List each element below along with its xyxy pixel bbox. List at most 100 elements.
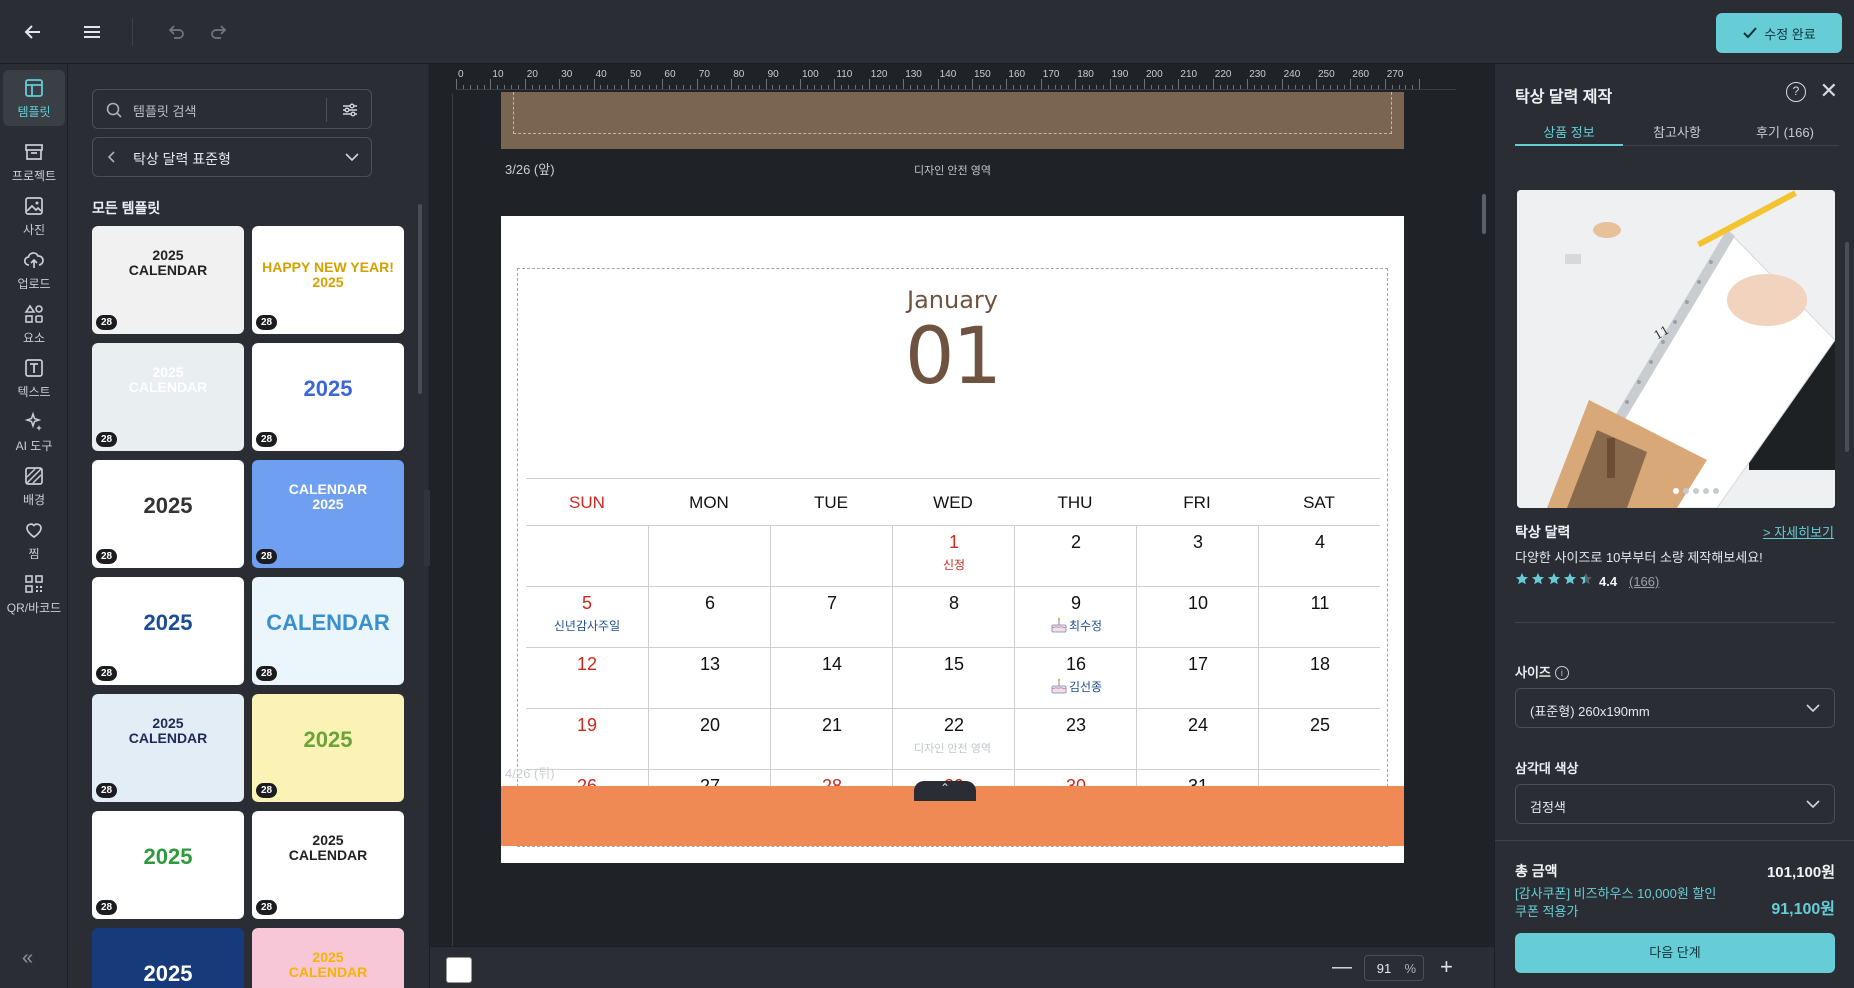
calendar-day-cell[interactable]: 3 (1136, 526, 1258, 587)
template-category-select[interactable]: 탁상 달력 표준형 (92, 137, 372, 177)
canvas-scrollbar[interactable] (1482, 194, 1486, 234)
ruler-tick (689, 85, 691, 89)
collapse-up-button[interactable]: ⌃ (914, 781, 976, 801)
more-details-link[interactable]: > 자세히보기 (1763, 522, 1834, 541)
rail-item-photo[interactable]: 사진 (3, 188, 65, 244)
template-card[interactable]: 2025 CALENDAR28 (92, 694, 244, 802)
panel-scrollbar[interactable] (418, 204, 422, 394)
ruler-tick (1171, 85, 1173, 89)
rail-item-background[interactable]: 배경 (3, 458, 65, 514)
redo-icon[interactable] (204, 17, 234, 47)
zoom-out-button[interactable]: — (1332, 956, 1352, 979)
edit-complete-button[interactable]: 수정 완료 (1716, 13, 1842, 53)
month-name[interactable]: January (501, 286, 1404, 314)
next-step-button[interactable]: 다음 단계 (1515, 933, 1835, 973)
calendar-day-cell[interactable]: 14 (770, 648, 892, 709)
rail-item-qr-barcode[interactable]: QR/바코드 (3, 566, 65, 622)
size-select[interactable]: (표준형) 260x190mm (1515, 688, 1835, 728)
image-carousel-dots[interactable] (1673, 488, 1719, 494)
info-icon[interactable]: i (1554, 666, 1569, 680)
total-price: 101,100원 (1766, 864, 1835, 881)
day-number: 24 (1187, 715, 1209, 735)
background-color-swatch[interactable] (446, 957, 472, 983)
template-card[interactable]: CALENDAR 2025 28 (252, 460, 404, 568)
elements-icon (24, 304, 43, 323)
calendar-day-cell[interactable]: 16 김선종 (1014, 648, 1136, 709)
calendar-day-cell[interactable]: 13 (648, 648, 770, 709)
tab-product-info[interactable]: 상품 정보 (1515, 122, 1623, 141)
weekday-tue: TUE (814, 493, 848, 512)
ruler-tick (1302, 85, 1304, 89)
ruler-tick (965, 85, 967, 89)
calendar-day-cell[interactable]: 11 (1258, 587, 1380, 648)
template-search-box[interactable]: 템플릿 검색 (92, 89, 372, 129)
calendar-day-cell[interactable]: 8 (892, 587, 1014, 648)
rail-item-project[interactable]: 프로젝트 (3, 134, 65, 190)
ruler-tick (483, 85, 485, 89)
calendar-day-cell[interactable]: 2 (1014, 526, 1136, 587)
calendar-day-cell[interactable]: 1 신정 (892, 526, 1014, 587)
rail-item-favorites[interactable]: 찜 (3, 512, 65, 568)
template-card[interactable]: 202528 (92, 460, 244, 568)
template-card[interactable]: 2025 CALENDAR28 (92, 343, 244, 451)
day-number: 3 (1192, 532, 1203, 552)
help-icon[interactable]: ? (1786, 82, 1806, 102)
chevron-left-icon[interactable] (105, 149, 119, 165)
ruler-tick (923, 85, 925, 89)
zoom-in-button[interactable]: + (1440, 954, 1453, 980)
review-count-link[interactable]: (166) (1629, 574, 1659, 589)
template-card[interactable]: 202528 (252, 694, 404, 802)
zoom-input[interactable]: 91 % (1364, 955, 1424, 981)
rail-item-elements[interactable]: 요소 (3, 296, 65, 352)
collapse-panel-icon[interactable]: « (22, 947, 33, 970)
template-card[interactable]: 202528 (92, 928, 244, 988)
calendar-day-cell[interactable]: 9 최수정 (1014, 587, 1136, 648)
calendar-day-cell[interactable]: 7 (770, 587, 892, 648)
template-card[interactable]: 202528 (92, 811, 244, 919)
template-card[interactable]: 2025 CALENDAR28 (252, 928, 404, 988)
ruler-tick (1205, 85, 1207, 89)
rail-item-template[interactable]: 템플릿 (3, 70, 65, 126)
close-icon[interactable]: ✕ (1820, 78, 1838, 104)
calendar-day-cell[interactable]: 15 (892, 648, 1014, 709)
tab-notes[interactable]: 참고사항 (1623, 122, 1731, 141)
undo-icon[interactable] (161, 17, 191, 47)
calendar-day-cell[interactable]: 12 (526, 648, 648, 709)
calendar-day-cell[interactable]: 6 (648, 587, 770, 648)
page-count-badge: 28 (256, 432, 278, 447)
calendar-day-cell[interactable] (648, 526, 770, 587)
rail-item-text[interactable]: 텍스트 (3, 350, 65, 406)
template-card[interactable]: 202528 (252, 343, 404, 451)
template-card[interactable]: 2025 CALENDAR28 (92, 226, 244, 334)
template-card[interactable]: 202528 (92, 577, 244, 685)
category-label: 탁상 달력 표준형 (133, 151, 231, 167)
calendar-page[interactable]: January 01 SUN MON TUE WED THU FRI SAT 1 신정 2 3 4 5… (501, 216, 1404, 863)
panel-scrollbar[interactable] (1845, 242, 1849, 452)
calendar-day-cell[interactable]: 5 신년감사주일 (526, 587, 648, 648)
calendar-day-cell[interactable]: 18 (1258, 648, 1380, 709)
filter-icon[interactable] (341, 101, 359, 119)
rail-item-ai-tool[interactable]: AI 도구 (3, 404, 65, 460)
calendar-day-cell[interactable] (526, 526, 648, 587)
back-arrow-icon[interactable] (18, 17, 48, 47)
template-card[interactable]: CALENDAR 28 (252, 577, 404, 685)
calendar-day-cell[interactable]: 10 (1136, 587, 1258, 648)
hamburger-menu-icon[interactable] (77, 17, 107, 47)
template-title: 2025 (143, 961, 193, 986)
zoom-value[interactable]: 91 (1365, 961, 1403, 976)
product-image[interactable]: 11 (1517, 190, 1835, 508)
search-input[interactable]: 템플릿 검색 (133, 101, 196, 120)
month-number[interactable]: 01 (501, 312, 1404, 402)
rail-item-upload[interactable]: 업로드 (3, 242, 65, 298)
stand-color-select[interactable]: 검정색 (1515, 784, 1835, 824)
previous-page-preview[interactable] (501, 92, 1404, 149)
calendar-day-cell[interactable] (770, 526, 892, 587)
template-title: CALENDAR 2025 (288, 481, 368, 512)
template-card[interactable]: HAPPY NEW YEAR! 2025 28 (252, 226, 404, 334)
calendar-day-cell[interactable]: 17 (1136, 648, 1258, 709)
template-card[interactable]: 2025 CALENDAR28 (252, 811, 404, 919)
ruler-tick (1013, 85, 1015, 89)
tab-reviews[interactable]: 후기 (166) (1731, 122, 1839, 141)
calendar-day-cell[interactable]: 4 (1258, 526, 1380, 587)
ruler-tick (1020, 85, 1022, 89)
